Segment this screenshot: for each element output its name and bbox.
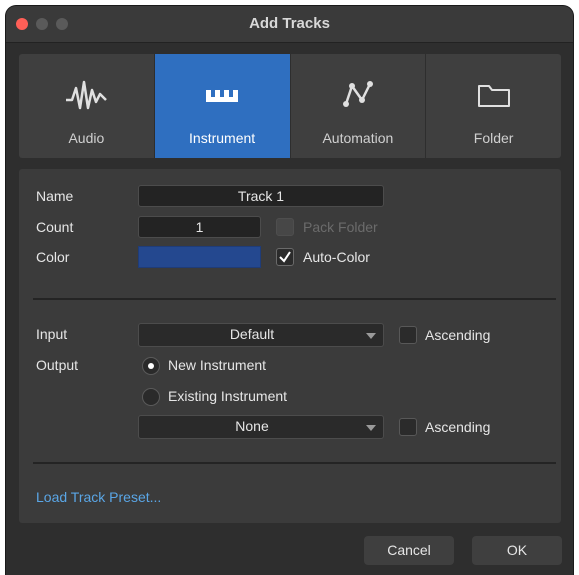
new-instrument-label: New Instrument bbox=[168, 357, 267, 373]
track-settings-panel: Name Track 1 Count 1 Pack Folder Color A… bbox=[19, 169, 561, 523]
cancel-button[interactable]: Cancel bbox=[364, 536, 454, 565]
auto-color-checkbox[interactable] bbox=[276, 248, 294, 266]
waveform-icon bbox=[19, 78, 154, 112]
count-label: Count bbox=[36, 219, 74, 235]
existing-instrument-dropdown[interactable]: None bbox=[138, 415, 384, 439]
input-ascending-label: Ascending bbox=[425, 327, 491, 343]
divider bbox=[33, 462, 556, 464]
add-tracks-dialog: Add Tracks Audio Instrument Automation F… bbox=[6, 6, 573, 575]
tab-folder[interactable]: Folder bbox=[426, 54, 561, 158]
track-type-tabs: Audio Instrument Automation Folder bbox=[19, 54, 561, 158]
chevron-down-icon bbox=[366, 425, 376, 431]
name-label: Name bbox=[36, 188, 74, 204]
automation-curve-icon bbox=[291, 78, 426, 112]
input-dropdown[interactable]: Default bbox=[138, 323, 384, 347]
pack-folder-label: Pack Folder bbox=[303, 219, 378, 235]
tab-instrument[interactable]: Instrument bbox=[154, 54, 291, 158]
tab-audio-label: Audio bbox=[68, 130, 105, 146]
chevron-down-icon bbox=[366, 333, 376, 339]
output-label: Output bbox=[36, 357, 79, 373]
input-label: Input bbox=[36, 326, 68, 342]
existing-ascending-checkbox[interactable] bbox=[399, 418, 417, 436]
tab-audio[interactable]: Audio bbox=[19, 54, 155, 158]
tab-automation[interactable]: Automation bbox=[291, 54, 427, 158]
count-field[interactable]: 1 bbox=[138, 216, 261, 238]
existing-ascending-label: Ascending bbox=[425, 419, 491, 435]
window-title: Add Tracks bbox=[249, 15, 330, 32]
input-dropdown-value: Default bbox=[229, 326, 275, 342]
tab-folder-label: Folder bbox=[473, 130, 514, 146]
existing-instrument-radio[interactable] bbox=[142, 388, 160, 406]
color-swatch[interactable] bbox=[138, 246, 261, 268]
divider bbox=[33, 298, 556, 300]
existing-instrument-label: Existing Instrument bbox=[168, 388, 288, 404]
title-bar: Add Tracks bbox=[6, 6, 573, 43]
checkmark-icon bbox=[279, 251, 291, 263]
name-field[interactable]: Track 1 bbox=[138, 185, 384, 207]
folder-icon bbox=[426, 78, 561, 112]
input-ascending-checkbox[interactable] bbox=[399, 326, 417, 344]
existing-dropdown-value: None bbox=[235, 418, 269, 434]
piano-keys-icon bbox=[155, 78, 290, 112]
ok-button[interactable]: OK bbox=[472, 536, 562, 565]
tab-automation-label: Automation bbox=[322, 130, 394, 146]
color-label: Color bbox=[36, 249, 70, 265]
auto-color-label: Auto-Color bbox=[303, 249, 370, 265]
load-track-preset-link[interactable]: Load Track Preset... bbox=[36, 489, 161, 505]
pack-folder-checkbox[interactable] bbox=[276, 218, 294, 236]
tab-instrument-label: Instrument bbox=[189, 130, 256, 146]
new-instrument-radio[interactable] bbox=[142, 357, 160, 375]
